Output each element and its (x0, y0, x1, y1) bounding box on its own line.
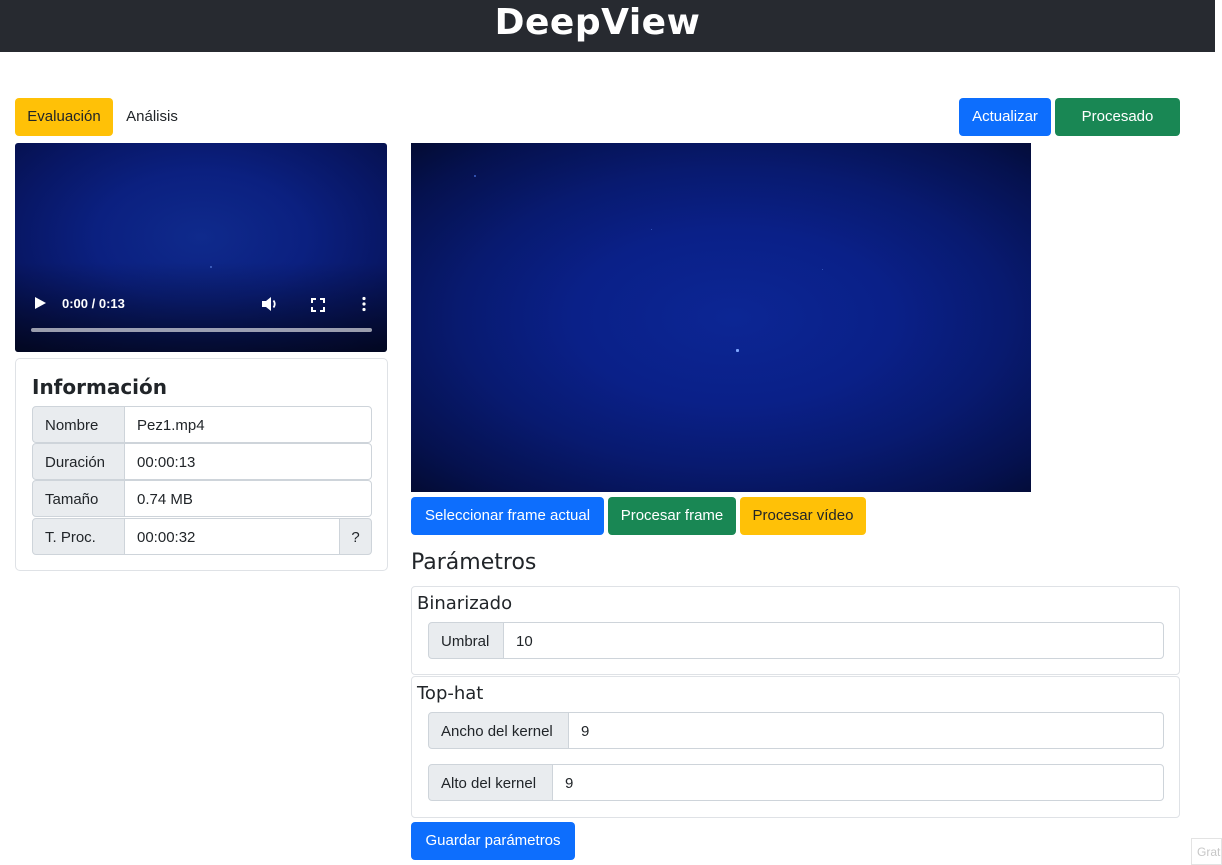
frame-speck (474, 175, 476, 177)
ancho-kernel-input[interactable]: 9 (568, 712, 1164, 749)
info-label: Tamaño (32, 480, 125, 517)
alto-kernel-input[interactable]: 9 (552, 764, 1164, 801)
frame-preview (411, 143, 1031, 492)
binarizado-card: Binarizado Umbral 10 (411, 586, 1180, 675)
app-title: DeepView (494, 2, 701, 43)
info-row-duracion: Duración 00:00:13 (32, 443, 372, 480)
info-label: Nombre (32, 406, 125, 443)
save-params-button[interactable]: Guardar parámetros (411, 822, 575, 860)
info-label: Duración (32, 443, 125, 480)
video-progress-bar[interactable] (31, 328, 372, 332)
corner-widget[interactable]: Grat (1191, 838, 1222, 865)
umbral-input[interactable]: 10 (503, 622, 1164, 659)
alto-kernel-label: Alto del kernel (428, 764, 553, 801)
info-value: 00:00:13 (124, 443, 372, 480)
info-row-tproc: T. Proc. 00:00:32 ? (32, 518, 372, 555)
alto-kernel-group: Alto del kernel 9 (428, 764, 1164, 801)
info-card: Información Nombre Pez1.mp4 Duración 00:… (15, 358, 388, 571)
video-player[interactable]: 0:00 / 0:13 (15, 143, 387, 352)
binarizado-title: Binarizado (417, 593, 513, 614)
frame-speck (736, 349, 739, 352)
info-title: Información (32, 375, 168, 399)
info-value: 0.74 MB (124, 480, 372, 517)
video-time: 0:00 / 0:13 (62, 296, 125, 311)
volume-icon[interactable] (261, 296, 279, 312)
umbral-group: Umbral 10 (428, 622, 1164, 659)
info-value: 00:00:32 (124, 518, 340, 555)
tophat-title: Top-hat (417, 683, 484, 704)
select-frame-button[interactable]: Seleccionar frame actual (411, 497, 604, 535)
frame-speck (822, 269, 823, 270)
frame-speck (651, 229, 652, 230)
refresh-button[interactable]: Actualizar (959, 98, 1051, 136)
umbral-label: Umbral (428, 622, 504, 659)
process-frame-button[interactable]: Procesar frame (608, 497, 736, 535)
info-row-nombre: Nombre Pez1.mp4 (32, 406, 372, 443)
more-options-icon[interactable] (361, 296, 367, 312)
tab-evaluacion[interactable]: Evaluación (15, 98, 113, 136)
ancho-kernel-label: Ancho del kernel (428, 712, 569, 749)
tab-analisis[interactable]: Análisis (116, 98, 188, 136)
info-label: T. Proc. (32, 518, 125, 555)
tophat-card: Top-hat Ancho del kernel 9 Alto del kern… (411, 676, 1180, 818)
info-row-tamano: Tamaño 0.74 MB (32, 480, 372, 517)
processed-button[interactable]: Procesado (1055, 98, 1180, 136)
info-value: Pez1.mp4 (124, 406, 372, 443)
fullscreen-icon[interactable] (311, 298, 325, 312)
app-header: DeepView (0, 0, 1215, 52)
params-title: Parámetros (411, 550, 537, 575)
play-icon[interactable] (33, 295, 47, 311)
help-button[interactable]: ? (339, 518, 372, 555)
ancho-kernel-group: Ancho del kernel 9 (428, 712, 1164, 749)
process-video-button[interactable]: Procesar vídeo (740, 497, 866, 535)
